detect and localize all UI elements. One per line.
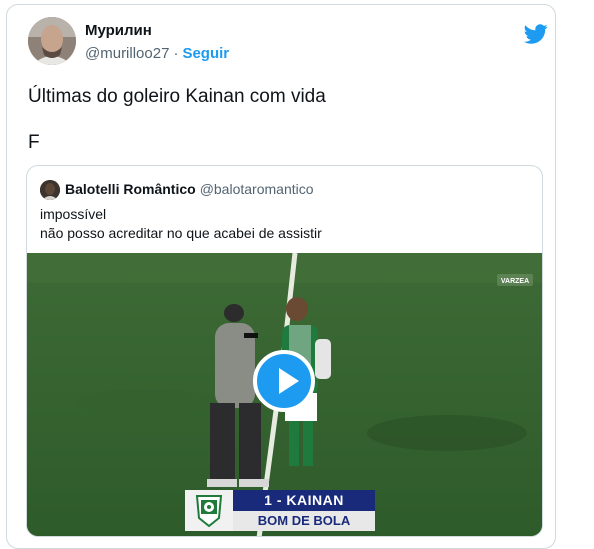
- quoted-tweet[interactable]: Balotelli Romântico @balotaromantico impo…: [26, 165, 543, 537]
- separator-dot: ·: [173, 45, 179, 62]
- play-button-icon[interactable]: [253, 350, 315, 412]
- embedded-tweet-card: Мурилин @murilloo27 · Seguir Últimas do go…: [6, 4, 556, 549]
- lower-third-name: 1 - KAINAN: [233, 490, 375, 511]
- author-handle-row: @murilloo27 · Seguir: [85, 45, 229, 62]
- quoted-author-row: Balotelli Romântico @balotaromantico: [65, 181, 314, 197]
- author-name[interactable]: Мурилин: [85, 22, 152, 39]
- lower-third: 1 - KAINAN BOM DE BOLA: [185, 490, 375, 534]
- quoted-author-handle[interactable]: @balotaromantico: [200, 181, 314, 197]
- varzea-watermark-icon: VARZEA: [497, 274, 533, 286]
- quoted-text: impossível não posso acreditar no que ac…: [40, 205, 322, 243]
- tweet-text-line1: Últimas do goleiro Kainan com vida: [28, 86, 326, 107]
- tweet-text: Últimas do goleiro Kainan com vida F: [28, 85, 326, 155]
- follow-button[interactable]: Seguir: [182, 45, 229, 62]
- varzea-watermark-text: VARZEA: [501, 278, 529, 285]
- author-avatar[interactable]: [28, 17, 76, 65]
- quoted-text-line1: impossível: [40, 206, 107, 222]
- lower-third-subtitle: BOM DE BOLA: [233, 511, 375, 531]
- quoted-author-avatar[interactable]: [40, 180, 60, 200]
- author-handle[interactable]: @murilloo27: [85, 45, 169, 62]
- club-badge-icon: [185, 490, 233, 531]
- quoted-author-name[interactable]: Balotelli Romântico: [65, 181, 196, 197]
- video-player[interactable]: VARZEA 1 - KAINAN BOM DE BOLA: [27, 253, 542, 536]
- quoted-text-line2: não posso acreditar no que acabei de ass…: [40, 225, 322, 241]
- tweet-text-line2: F: [28, 132, 40, 153]
- twitter-bird-icon[interactable]: [524, 22, 548, 46]
